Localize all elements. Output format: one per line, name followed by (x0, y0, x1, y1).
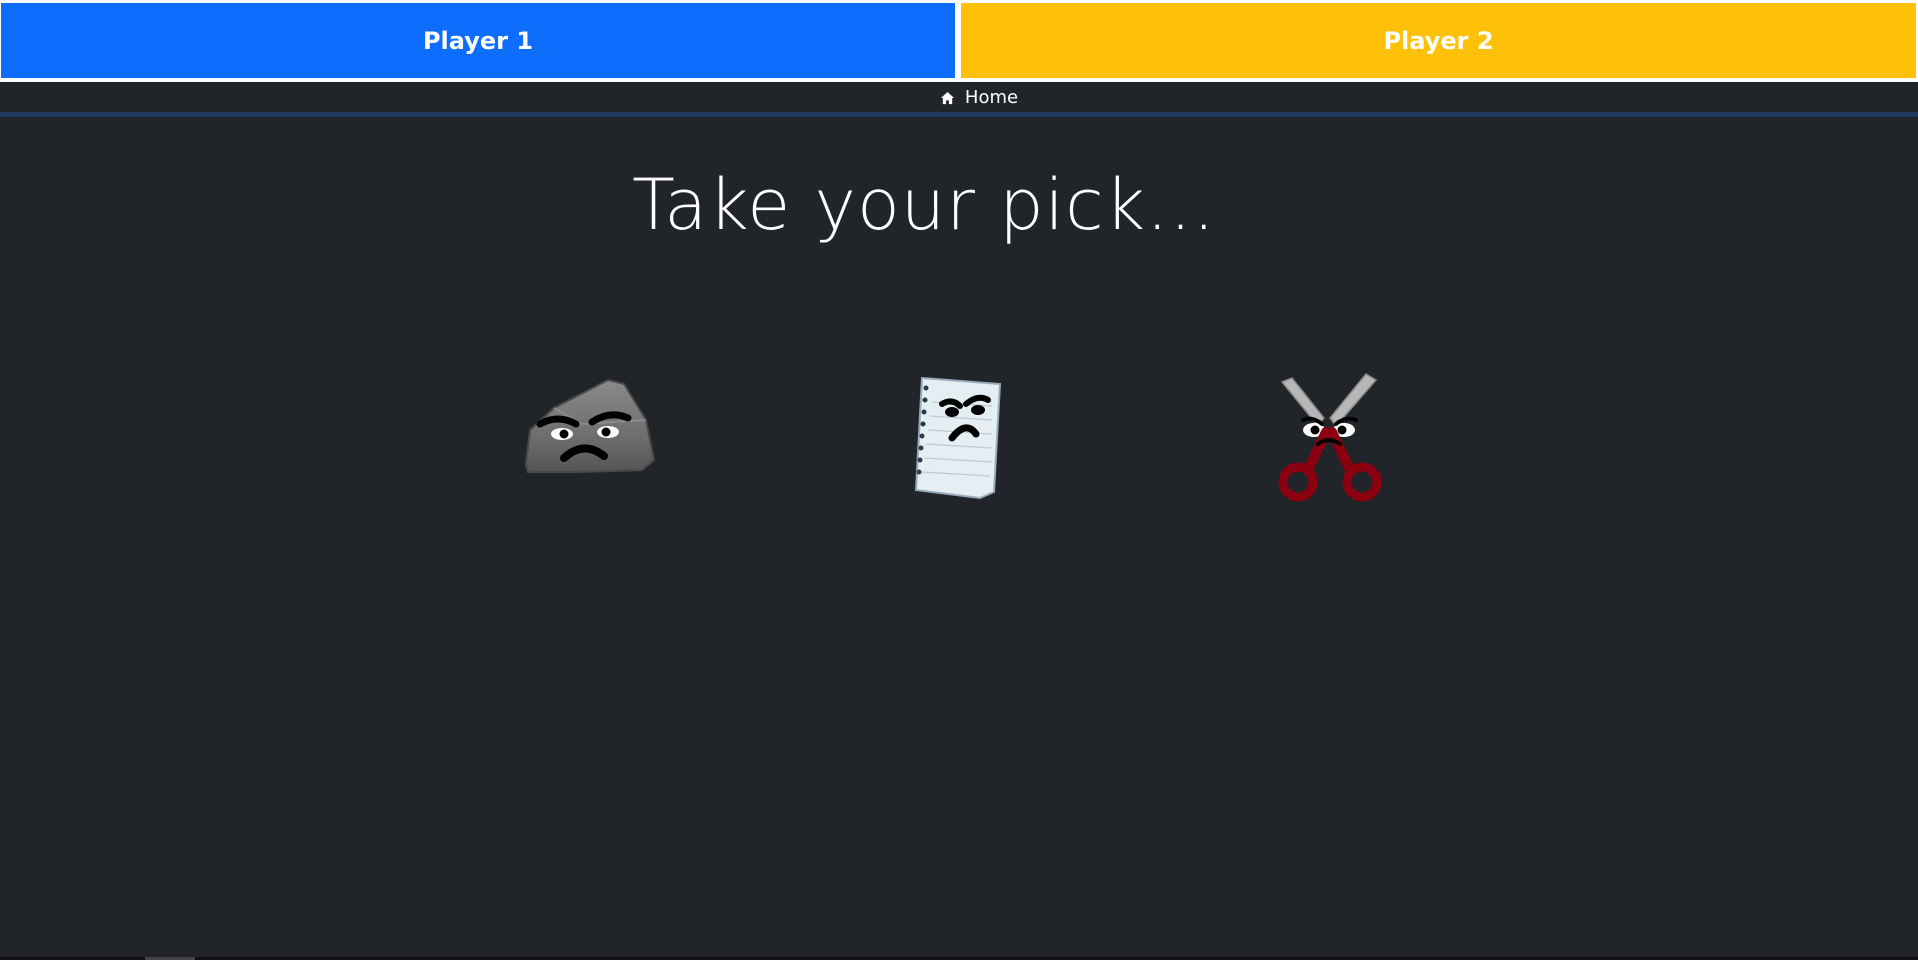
paper-icon (914, 376, 1002, 500)
scissors-choice[interactable] (1268, 370, 1392, 506)
home-label: Home (964, 86, 1019, 108)
player-2-label: Player 2 (1383, 26, 1494, 55)
paper-choice[interactable] (908, 372, 1008, 502)
navbar: Home (0, 82, 1918, 112)
scissors-icon (1278, 373, 1382, 502)
player-1-label: Player 1 (422, 26, 534, 55)
divider (0, 112, 1918, 117)
page-title: Take your pick... (632, 164, 1216, 246)
player-1-tab[interactable]: Player 1 (1, 3, 955, 78)
rock-icon (524, 378, 656, 473)
home-icon (940, 90, 955, 105)
player-bar: Player 1 Player 2 (0, 0, 1918, 82)
player-2-tab[interactable]: Player 2 (961, 3, 1916, 78)
rock-choice[interactable] (518, 372, 658, 480)
home-link[interactable]: Home (940, 87, 1018, 108)
